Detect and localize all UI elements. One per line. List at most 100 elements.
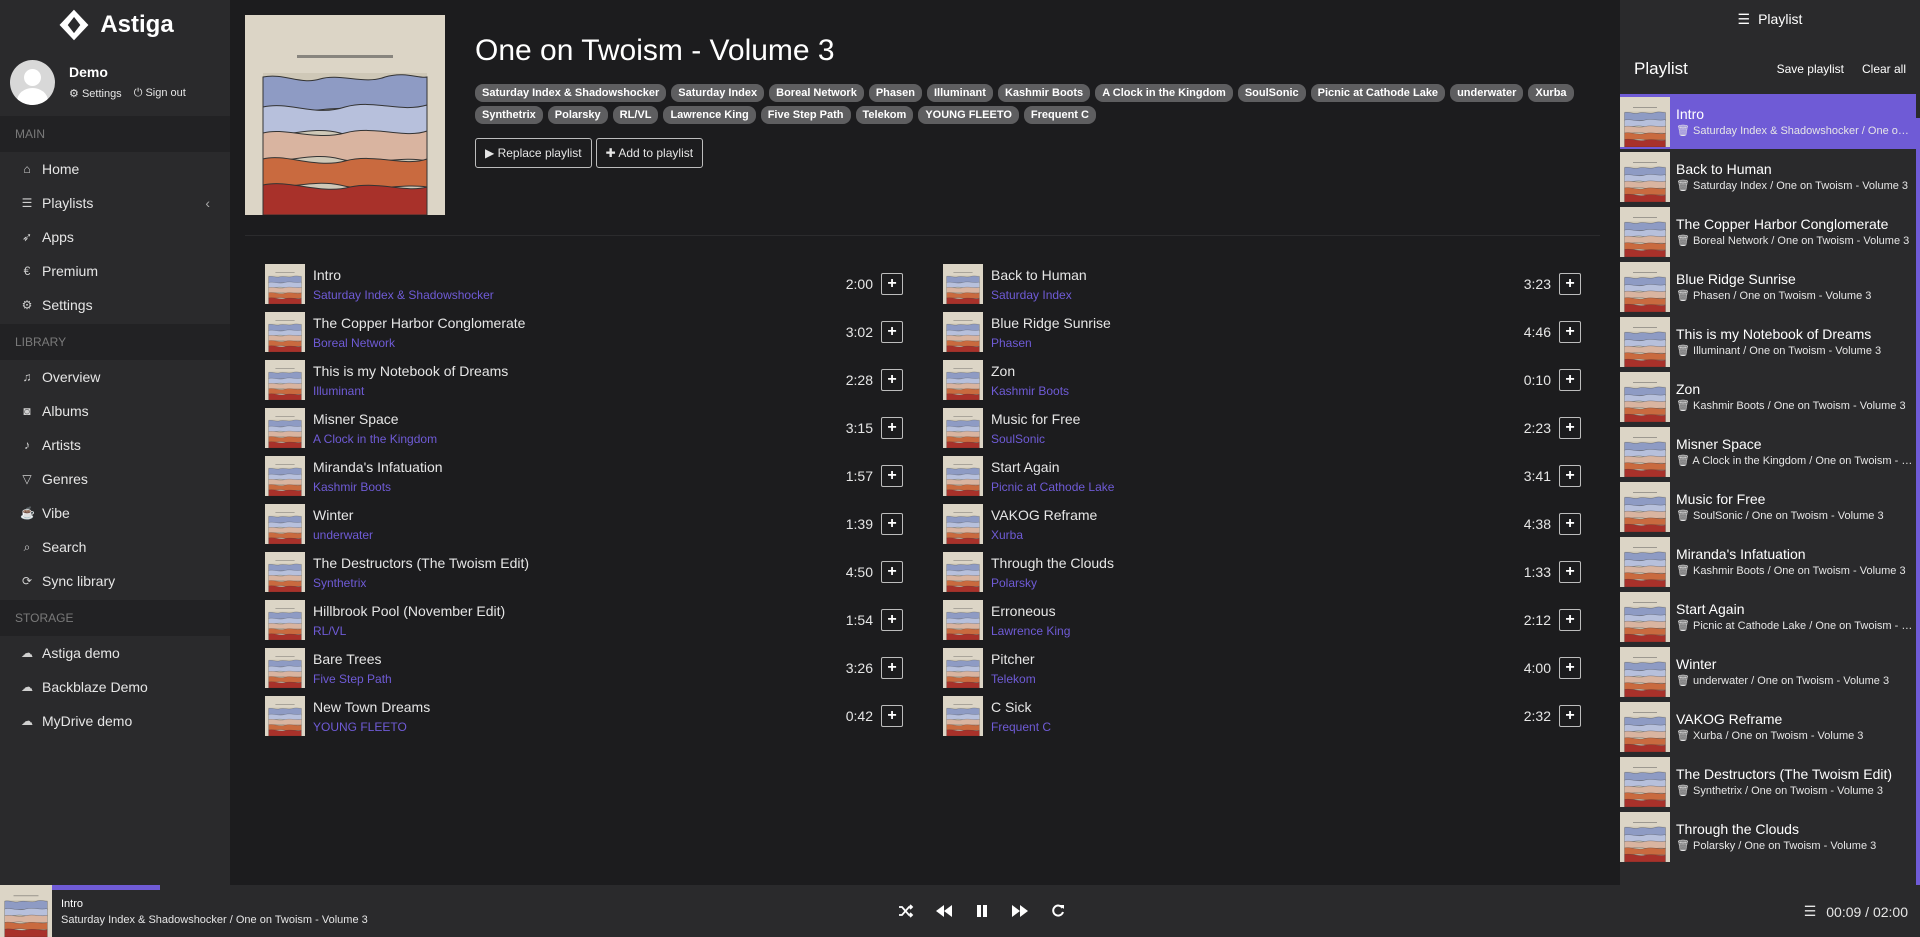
trash-icon[interactable]: 🗑	[1676, 125, 1690, 137]
sidebar-item-settings[interactable]: ⚙ Settings	[0, 288, 230, 322]
track-artist[interactable]: Telekom	[991, 672, 1524, 686]
track-row[interactable]: The Destructors (The Twoism Edit) Synthet…	[265, 548, 903, 596]
previous-button[interactable]	[934, 901, 954, 921]
artist-tag[interactable]: Polarsky	[547, 106, 608, 124]
add-track-button[interactable]: +	[881, 657, 903, 679]
artist-tag[interactable]: A Clock in the Kingdom	[1095, 84, 1233, 102]
artist-tag[interactable]: underwater	[1450, 84, 1524, 102]
track-row[interactable]: This is my Notebook of Dreams Illuminant 2…	[265, 356, 903, 404]
now-playing-cover[interactable]	[0, 885, 52, 937]
playlist-item[interactable]: The Destructors (The Twoism Edit) 🗑 Synth…	[1620, 754, 1916, 809]
sidebar-item-mydrive-demo[interactable]: ☁ MyDrive demo	[0, 704, 230, 738]
playlist-item[interactable]: Start Again 🗑 Picnic at Cathode Lake / On…	[1620, 589, 1916, 644]
playlist-panel-header[interactable]: ☰ Playlist	[1620, 0, 1920, 38]
track-row[interactable]: Misner Space A Clock in the Kingdom 3:15 +	[265, 404, 903, 452]
trash-icon[interactable]: 🗑	[1676, 235, 1690, 247]
track-artist[interactable]: Frequent C	[991, 720, 1524, 734]
add-track-button[interactable]: +	[881, 273, 903, 295]
add-track-button[interactable]: +	[881, 369, 903, 391]
trash-icon[interactable]: 🗑	[1676, 455, 1690, 467]
sidebar-item-astiga-demo[interactable]: ☁ Astiga demo	[0, 636, 230, 670]
artist-tag[interactable]: Saturday Index	[671, 84, 765, 102]
trash-icon[interactable]: 🗑	[1676, 180, 1690, 192]
avatar[interactable]	[10, 59, 55, 105]
artist-tag[interactable]: Saturday Index & Shadowshocker	[475, 84, 667, 102]
track-artist[interactable]: Boreal Network	[313, 336, 846, 350]
add-track-button[interactable]: +	[1559, 513, 1581, 535]
sidebar-item-artists[interactable]: ♪ Artists	[0, 428, 230, 462]
track-row[interactable]: Winter underwater 1:39 +	[265, 500, 903, 548]
track-artist[interactable]: Picnic at Cathode Lake	[991, 480, 1524, 494]
track-artist[interactable]: Five Step Path	[313, 672, 846, 686]
sidebar-item-overview[interactable]: ♫ Overview	[0, 360, 230, 394]
track-artist[interactable]: SoulSonic	[991, 432, 1524, 446]
track-row[interactable]: Music for Free SoulSonic 2:23 +	[943, 404, 1581, 452]
add-track-button[interactable]: +	[881, 417, 903, 439]
track-row[interactable]: C Sick Frequent C 2:32 +	[943, 692, 1581, 740]
chevron-left-icon[interactable]: ‹	[205, 195, 210, 211]
pause-button[interactable]	[972, 901, 992, 921]
add-track-button[interactable]: +	[1559, 369, 1581, 391]
track-row[interactable]: The Copper Harbor Conglomerate Boreal Net…	[265, 308, 903, 356]
track-artist[interactable]: Lawrence King	[991, 624, 1524, 638]
artist-tag[interactable]: Kashmir Boots	[997, 84, 1091, 102]
artist-tag[interactable]: Frequent C	[1023, 106, 1096, 124]
trash-icon[interactable]: 🗑	[1676, 345, 1690, 357]
queue-icon[interactable]: ☰	[1804, 903, 1817, 920]
artist-tag[interactable]: Telekom	[855, 106, 914, 124]
track-row[interactable]: Zon Kashmir Boots 0:10 +	[943, 356, 1581, 404]
artist-tag[interactable]: Phasen	[868, 84, 922, 102]
add-track-button[interactable]: +	[881, 465, 903, 487]
add-track-button[interactable]: +	[1559, 417, 1581, 439]
sidebar-item-premium[interactable]: € Premium	[0, 254, 230, 288]
trash-icon[interactable]: 🗑	[1676, 730, 1690, 742]
add-track-button[interactable]: +	[1559, 609, 1581, 631]
save-playlist-button[interactable]: Save playlist	[1777, 62, 1844, 76]
add-track-button[interactable]: +	[1559, 321, 1581, 343]
sidebar-item-albums[interactable]: ◙ Albums	[0, 394, 230, 428]
playlist-item[interactable]: Through the Clouds 🗑 Polarsky / One on Tw…	[1620, 809, 1916, 864]
playlist-item[interactable]: Misner Space 🗑 A Clock in the Kingdom / O…	[1620, 424, 1916, 479]
add-track-button[interactable]: +	[881, 561, 903, 583]
track-artist[interactable]: Kashmir Boots	[991, 384, 1524, 398]
trash-icon[interactable]: 🗑	[1676, 565, 1690, 577]
track-artist[interactable]: Saturday Index	[991, 288, 1524, 302]
add-track-button[interactable]: +	[881, 705, 903, 727]
sidebar-item-genres[interactable]: ▽ Genres	[0, 462, 230, 496]
track-row[interactable]: Intro Saturday Index & Shadowshocker 2:00 +	[265, 260, 903, 308]
track-row[interactable]: Hillbrook Pool (November Edit) RL/VL 1:54 +	[265, 596, 903, 644]
track-row[interactable]: Bare Trees Five Step Path 3:26 +	[265, 644, 903, 692]
settings-link[interactable]: ⚙ Settings	[69, 87, 122, 100]
playlist-item[interactable]: Blue Ridge Sunrise 🗑 Phasen / One on Twoi…	[1620, 259, 1916, 314]
sidebar-item-search[interactable]: ⌕ Search	[0, 530, 230, 564]
playlist-item[interactable]: Zon 🗑 Kashmir Boots / One on Twoism - Vol…	[1620, 369, 1916, 424]
trash-icon[interactable]: 🗑	[1676, 620, 1690, 632]
track-artist[interactable]: Synthetrix	[313, 576, 846, 590]
sign-out-link[interactable]: ⏻ Sign out	[134, 87, 186, 100]
track-artist[interactable]: Phasen	[991, 336, 1524, 350]
track-row[interactable]: Through the Clouds Polarsky 1:33 +	[943, 548, 1581, 596]
artist-tag[interactable]: Lawrence King	[663, 106, 756, 124]
trash-icon[interactable]: 🗑	[1676, 840, 1690, 852]
playlist-item[interactable]: Intro 🗑 Saturday Index & Shadowshocker / …	[1620, 94, 1916, 149]
track-artist[interactable]: Saturday Index & Shadowshocker	[313, 288, 846, 302]
track-artist[interactable]: Kashmir Boots	[313, 480, 846, 494]
track-row[interactable]: Start Again Picnic at Cathode Lake 3:41 +	[943, 452, 1581, 500]
artist-tag[interactable]: Illuminant	[926, 84, 993, 102]
sidebar-item-vibe[interactable]: ☕ Vibe	[0, 496, 230, 530]
trash-icon[interactable]: 🗑	[1676, 400, 1690, 412]
sidebar-item-sync-library[interactable]: ⟳ Sync library	[0, 564, 230, 598]
playlist-item[interactable]: This is my Notebook of Dreams 🗑 Illuminan…	[1620, 314, 1916, 369]
track-row[interactable]: Blue Ridge Sunrise Phasen 4:46 +	[943, 308, 1581, 356]
artist-tag[interactable]: Synthetrix	[475, 106, 543, 124]
next-button[interactable]	[1010, 901, 1030, 921]
artist-tag[interactable]: Five Step Path	[760, 106, 851, 124]
playlist-item[interactable]: Winter 🗑 underwater / One on Twoism - Vol…	[1620, 644, 1916, 699]
add-track-button[interactable]: +	[881, 609, 903, 631]
album-cover[interactable]	[245, 15, 445, 215]
add-track-button[interactable]: +	[1559, 705, 1581, 727]
brand[interactable]: Astiga	[0, 0, 230, 50]
track-artist[interactable]: RL/VL	[313, 624, 846, 638]
track-row[interactable]: Back to Human Saturday Index 3:23 +	[943, 260, 1581, 308]
playlist-scrollbar[interactable]	[1916, 118, 1920, 885]
